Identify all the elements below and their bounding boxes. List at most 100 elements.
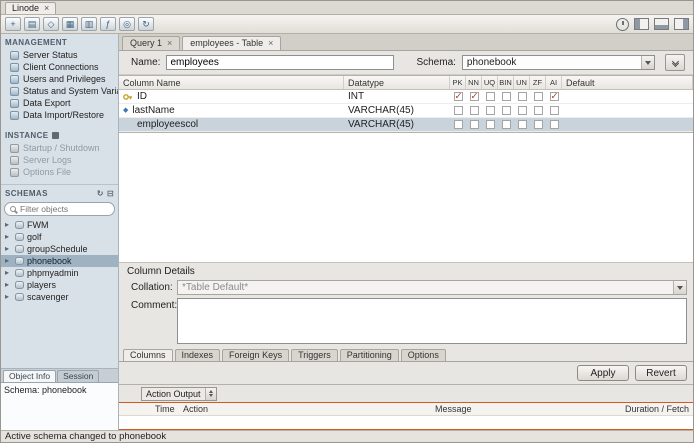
table-name-input[interactable] — [166, 55, 395, 70]
bin-checkbox[interactable] — [501, 120, 511, 129]
table-row[interactable]: employeescol VARCHAR(45) — [119, 118, 693, 132]
main-toolbar: + ▤ ◇ ▦ ▥ ƒ ◎ ↻ — [1, 15, 693, 34]
create-view-icon[interactable]: ▥ — [81, 17, 97, 31]
close-icon[interactable]: × — [268, 38, 273, 48]
search-icon — [10, 206, 16, 212]
tab-indexes[interactable]: Indexes — [174, 349, 221, 361]
new-sql-tab-icon[interactable]: + — [5, 17, 21, 31]
grid-empty-area[interactable] — [119, 133, 693, 263]
sidebar-item-server-logs[interactable]: Server Logs — [1, 154, 118, 166]
nn-checkbox[interactable] — [469, 106, 479, 115]
expander-icon[interactable] — [5, 269, 12, 277]
tab-options[interactable]: Options — [400, 349, 446, 361]
expander-icon[interactable] — [5, 221, 12, 229]
ai-checkbox[interactable] — [549, 120, 559, 129]
bin-checkbox[interactable] — [501, 106, 511, 115]
pk-checkbox[interactable] — [453, 91, 463, 102]
nn-checkbox[interactable] — [469, 120, 479, 129]
sidebar-item-client-connections[interactable]: Client Connections — [1, 61, 118, 73]
pk-checkbox[interactable] — [453, 106, 463, 115]
tab-partitioning[interactable]: Partitioning — [339, 349, 399, 361]
tab-triggers[interactable]: Triggers — [291, 349, 338, 361]
apply-button[interactable]: Apply — [577, 365, 629, 381]
bin-checkbox[interactable] — [501, 92, 511, 101]
refresh-schemas-icon[interactable]: ↻ — [97, 189, 104, 198]
tab-object-info[interactable]: Object Info — [3, 370, 57, 382]
tab-query-1[interactable]: Query 1 × — [122, 36, 181, 50]
schema-item-groupschedule[interactable]: groupSchedule — [1, 243, 118, 255]
un-checkbox[interactable] — [517, 120, 527, 129]
status-clock-icon[interactable] — [616, 17, 629, 31]
close-icon[interactable]: × — [167, 38, 172, 48]
output-selector[interactable]: Action Output — [141, 386, 217, 401]
sidebar-item-startup-shutdown[interactable]: Startup / Shutdown — [1, 142, 118, 154]
expander-icon[interactable] — [5, 293, 12, 301]
search-data-icon[interactable]: ◎ — [119, 17, 135, 31]
zf-checkbox[interactable] — [533, 106, 543, 115]
expander-icon[interactable] — [5, 281, 12, 289]
ai-checkbox[interactable] — [549, 91, 559, 102]
editor-bottom-tabs: Columns Indexes Foreign Keys Triggers Pa… — [119, 347, 693, 362]
chevron-down-icon[interactable] — [641, 56, 654, 69]
create-table-icon[interactable]: ▦ — [62, 17, 78, 31]
pk-checkbox[interactable] — [453, 120, 463, 129]
close-icon[interactable]: × — [44, 3, 49, 13]
open-sql-script-icon[interactable]: ▤ — [24, 17, 40, 31]
editor-buttons: Apply Revert — [119, 362, 693, 384]
un-checkbox[interactable] — [517, 106, 527, 115]
sidebar-item-options-file[interactable]: Options File — [1, 166, 118, 178]
header-un: UN — [514, 76, 530, 89]
zf-checkbox[interactable] — [533, 92, 543, 101]
status-message: Active schema changed to phonebook — [5, 431, 167, 442]
toggle-left-sidebar-icon[interactable] — [634, 18, 649, 30]
create-procedure-icon[interactable]: ƒ — [100, 17, 116, 31]
expander-icon[interactable] — [5, 233, 12, 241]
main-area: Query 1 × employees - Table × Name: Sche… — [119, 34, 693, 430]
tab-foreign-keys[interactable]: Foreign Keys — [222, 349, 290, 361]
collapse-schemas-icon[interactable]: ⊟ — [107, 189, 114, 198]
schema-item-phonebook[interactable]: phonebook — [1, 255, 118, 267]
schema-item-players[interactable]: players — [1, 279, 118, 291]
ai-checkbox[interactable] — [549, 106, 559, 115]
zf-checkbox[interactable] — [533, 120, 543, 129]
sidebar-item-data-export[interactable]: Data Export — [1, 97, 118, 109]
collation-select[interactable]: *Table Default* — [177, 280, 687, 295]
tab-columns[interactable]: Columns — [123, 349, 173, 361]
navigator-sidebar: MANAGEMENT Server Status Client Connecti… — [1, 34, 119, 430]
revert-button[interactable]: Revert — [635, 365, 687, 381]
un-checkbox[interactable] — [517, 92, 527, 101]
collation-label: Collation: — [131, 282, 173, 293]
header-bin: BIN — [498, 76, 514, 89]
connection-tab-linode[interactable]: Linode × — [5, 2, 57, 14]
table-row[interactable]: ID INT — [119, 90, 693, 104]
create-schema-icon[interactable]: ◇ — [43, 17, 59, 31]
uq-checkbox[interactable] — [485, 120, 495, 129]
header-column-name: Column Name — [119, 76, 344, 89]
tab-session[interactable]: Session — [57, 370, 100, 382]
expander-icon[interactable] — [5, 257, 12, 265]
sidebar-item-server-status[interactable]: Server Status — [1, 49, 118, 61]
sidebar-item-users-privileges[interactable]: Users and Privileges — [1, 73, 118, 85]
uq-checkbox[interactable] — [485, 92, 495, 101]
stepper-icon[interactable] — [204, 387, 216, 400]
comment-textarea[interactable] — [177, 298, 687, 344]
schema-item-golf[interactable]: golf — [1, 231, 118, 243]
expander-icon[interactable] — [5, 245, 12, 253]
schema-item-fwm[interactable]: FWM — [1, 219, 118, 231]
window-tab-bar: Linode × — [1, 1, 693, 15]
schema-filter-input[interactable] — [20, 204, 109, 214]
uq-checkbox[interactable] — [485, 106, 495, 115]
tab-employees-table[interactable]: employees - Table × — [182, 36, 282, 50]
sidebar-item-status-system-variables[interactable]: Status and System Variables — [1, 85, 118, 97]
table-row[interactable]: ◆ lastName VARCHAR(45) — [119, 104, 693, 118]
toggle-right-sidebar-icon[interactable] — [674, 18, 689, 30]
toggle-output-area-icon[interactable] — [654, 18, 669, 30]
reconnect-icon[interactable]: ↻ — [138, 17, 154, 31]
collapse-editor-button[interactable] — [665, 54, 685, 71]
schema-select[interactable]: phonebook — [461, 55, 655, 70]
sidebar-item-data-import[interactable]: Data Import/Restore — [1, 109, 118, 121]
nn-checkbox[interactable] — [469, 91, 479, 102]
chevron-down-icon[interactable] — [673, 281, 686, 294]
schema-item-phpmyadmin[interactable]: phpmyadmin — [1, 267, 118, 279]
schema-item-scavenger[interactable]: scavenger — [1, 291, 118, 303]
